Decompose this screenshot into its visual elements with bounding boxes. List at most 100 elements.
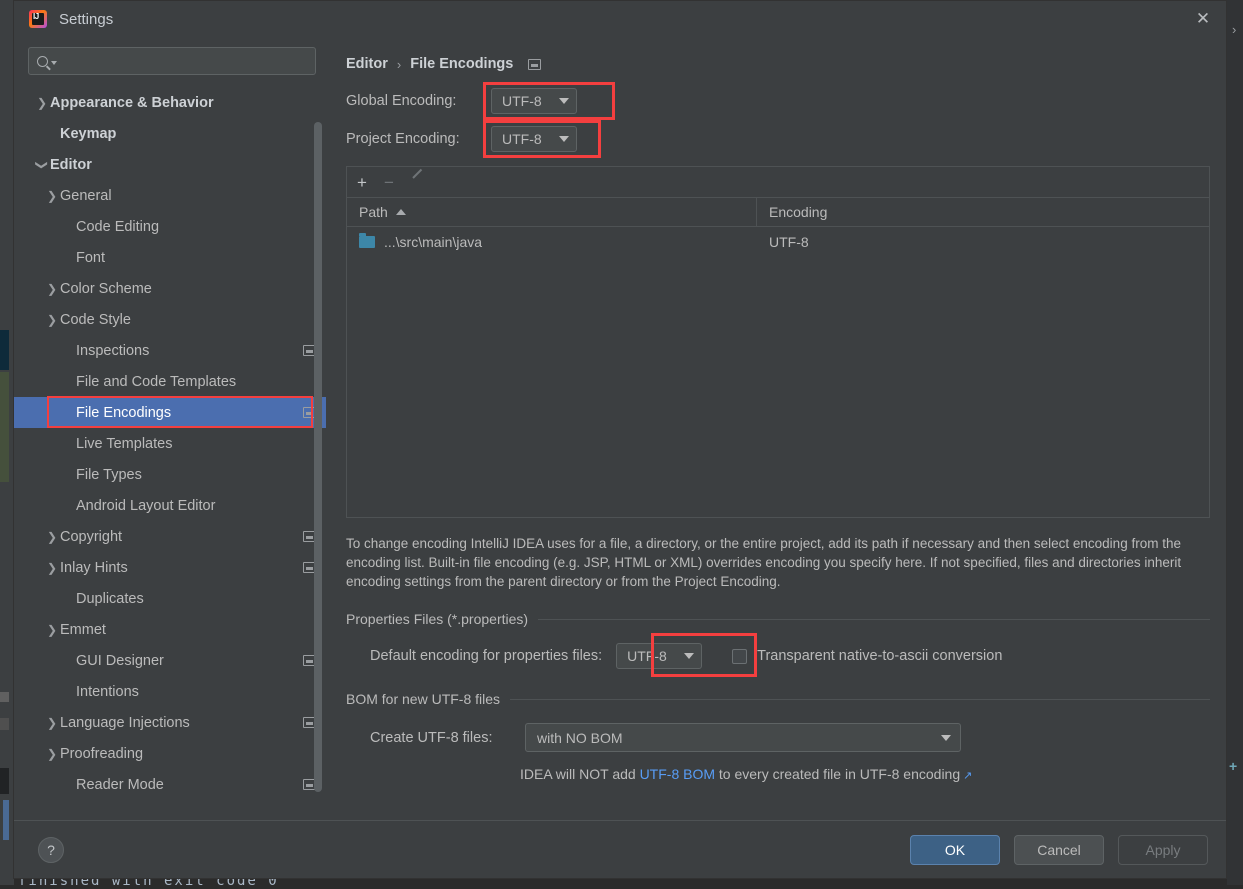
search-input[interactable] xyxy=(63,54,307,69)
chevron-right-icon[interactable]: ❯ xyxy=(44,531,60,543)
sidebar-item-label: General xyxy=(60,188,112,204)
native-to-ascii-checkbox[interactable] xyxy=(732,649,747,664)
sidebar-item-color-scheme[interactable]: ❯Color Scheme xyxy=(14,273,326,304)
sidebar-item-gui-designer[interactable]: GUI Designer xyxy=(14,645,326,676)
sidebar-item-inlay-hints[interactable]: ❯Inlay Hints xyxy=(14,552,326,583)
bom-section-title: BOM for new UTF-8 files xyxy=(346,691,500,707)
native-to-ascii-checkbox-wrapper[interactable]: Transparent native-to-ascii conversion xyxy=(732,648,1002,664)
section-divider xyxy=(510,699,1210,700)
chevron-right-icon[interactable]: ❯ xyxy=(44,314,60,326)
sidebar-item-copyright[interactable]: ❯Copyright xyxy=(14,521,326,552)
sidebar-item-label: Inlay Hints xyxy=(60,560,128,576)
bom-create-row: Create UTF-8 files: with NO BOM xyxy=(346,723,1210,752)
search-icon xyxy=(37,56,48,67)
sidebar-scrollbar[interactable] xyxy=(314,122,322,792)
bom-note: IDEA will NOT add UTF-8 BOM to every cre… xyxy=(346,766,1210,782)
sidebar-item-label: Reader Mode xyxy=(76,777,164,793)
chevron-right-icon[interactable]: ❯ xyxy=(44,624,60,636)
sidebar-item-proofreading[interactable]: ❯Proofreading xyxy=(14,738,326,769)
bom-note-suffix: to every created file in UTF-8 encoding xyxy=(715,766,960,782)
chevron-right-icon[interactable]: ❯ xyxy=(44,190,60,202)
footer-buttons: OK Cancel Apply xyxy=(910,835,1208,865)
project-encoding-row: Project Encoding: UTF-8 xyxy=(346,126,1210,152)
table-toolbar: + − xyxy=(347,167,1209,198)
chevron-right-icon: › xyxy=(1232,22,1236,37)
sidebar-item-intentions[interactable]: Intentions xyxy=(14,676,326,707)
sort-ascending-icon xyxy=(396,209,406,215)
sidebar-item-code-style[interactable]: ❯Code Style xyxy=(14,304,326,335)
tree-spacer xyxy=(44,128,60,140)
external-link-icon: ↗ xyxy=(963,770,972,782)
column-header-path-label: Path xyxy=(359,204,388,220)
global-encoding-combo[interactable]: UTF-8 xyxy=(491,88,577,114)
sidebar-item-keymap[interactable]: Keymap xyxy=(14,118,326,149)
sidebar-item-label: Appearance & Behavior xyxy=(50,95,214,111)
sidebar-item-label: File Encodings xyxy=(76,405,171,421)
sidebar-item-inspections[interactable]: Inspections xyxy=(14,335,326,366)
sidebar-item-appearance-behavior[interactable]: ❯Appearance & Behavior xyxy=(14,87,326,118)
chevron-right-icon[interactable]: ❯ xyxy=(34,97,50,109)
settings-tree: ❯Appearance & Behavior Keymap❯Editor❯Gen… xyxy=(14,87,326,800)
sidebar-item-reader-mode[interactable]: Reader Mode xyxy=(14,769,326,800)
utf8-bom-link[interactable]: UTF-8 BOM xyxy=(640,766,715,782)
column-header-encoding[interactable]: Encoding xyxy=(757,204,827,220)
sidebar-item-language-injections[interactable]: ❯Language Injections xyxy=(14,707,326,738)
project-encoding-label: Project Encoding: xyxy=(346,131,491,147)
chevron-right-icon[interactable]: ❯ xyxy=(44,748,60,760)
dialog-titlebar: IJ Settings ✕ xyxy=(14,1,1226,37)
sidebar-item-file-types[interactable]: File Types xyxy=(14,459,326,490)
properties-encoding-row: Default encoding for properties files: U… xyxy=(346,641,1210,671)
plus-icon[interactable]: + xyxy=(357,174,367,191)
search-wrapper xyxy=(14,37,326,75)
sidebar-item-emmet[interactable]: ❯Emmet xyxy=(14,614,326,645)
table-row[interactable]: ...\src\main\javaUTF-8 xyxy=(347,227,1209,257)
encodings-table-panel: + − Path Encoding ...\src\main\javaUTF-8 xyxy=(346,166,1210,518)
breadcrumb-root[interactable]: Editor xyxy=(346,56,388,72)
sidebar-item-label: File and Code Templates xyxy=(76,374,236,390)
dialog-body: ❯Appearance & Behavior Keymap❯Editor❯Gen… xyxy=(14,37,1226,820)
chevron-right-icon[interactable]: ❯ xyxy=(44,283,60,295)
sidebar-item-live-templates[interactable]: Live Templates xyxy=(14,428,326,459)
tree-spacer xyxy=(60,376,76,388)
ok-button[interactable]: OK xyxy=(910,835,1000,865)
tree-spacer xyxy=(60,345,76,357)
table-cell-encoding[interactable]: UTF-8 xyxy=(757,234,809,250)
breadcrumb-separator: › xyxy=(397,57,401,72)
bom-create-combo[interactable]: with NO BOM xyxy=(525,723,961,752)
sidebar-item-android-layout-editor[interactable]: Android Layout Editor xyxy=(14,490,326,521)
chevron-right-icon[interactable]: ❯ xyxy=(44,717,60,729)
sidebar-item-label: Color Scheme xyxy=(60,281,152,297)
chevron-down-icon xyxy=(684,653,694,659)
tree-spacer xyxy=(60,407,76,419)
intellij-idea-icon: IJ xyxy=(29,10,47,28)
sidebar-item-font[interactable]: Font xyxy=(14,242,326,273)
search-box[interactable] xyxy=(28,47,316,75)
settings-sidebar: ❯Appearance & Behavior Keymap❯Editor❯Gen… xyxy=(14,37,326,820)
tree-spacer xyxy=(60,438,76,450)
column-header-path[interactable]: Path xyxy=(347,198,757,226)
sidebar-item-label: Font xyxy=(76,250,105,266)
global-encoding-label: Global Encoding: xyxy=(346,93,491,109)
table-rows: ...\src\main\javaUTF-8 xyxy=(347,227,1209,517)
sidebar-item-file-and-code-templates[interactable]: File and Code Templates xyxy=(14,366,326,397)
sidebar-item-file-encodings[interactable]: File Encodings xyxy=(14,397,326,428)
search-dropdown-caret-icon[interactable] xyxy=(51,61,57,65)
project-encoding-combo[interactable]: UTF-8 xyxy=(491,126,577,152)
sidebar-item-duplicates[interactable]: Duplicates xyxy=(14,583,326,614)
chevron-down-icon xyxy=(559,98,569,104)
dialog-footer: ? OK Cancel Apply xyxy=(14,820,1226,878)
sidebar-item-code-editing[interactable]: Code Editing xyxy=(14,211,326,242)
sidebar-item-editor[interactable]: ❯Editor xyxy=(14,149,326,180)
chevron-down-icon[interactable]: ❯ xyxy=(36,157,48,173)
sidebar-item-label: File Types xyxy=(76,467,142,483)
properties-encoding-combo[interactable]: UTF-8 xyxy=(616,643,702,669)
cancel-button[interactable]: Cancel xyxy=(1014,835,1104,865)
ide-left-accent xyxy=(3,800,9,840)
help-button[interactable]: ? xyxy=(38,837,64,863)
sidebar-item-label: Copyright xyxy=(60,529,122,545)
sidebar-item-general[interactable]: ❯General xyxy=(14,180,326,211)
chevron-right-icon[interactable]: ❯ xyxy=(44,562,60,574)
close-icon[interactable]: ✕ xyxy=(1180,1,1226,37)
ide-left-accent xyxy=(0,692,9,702)
ide-left-accent xyxy=(0,718,9,730)
